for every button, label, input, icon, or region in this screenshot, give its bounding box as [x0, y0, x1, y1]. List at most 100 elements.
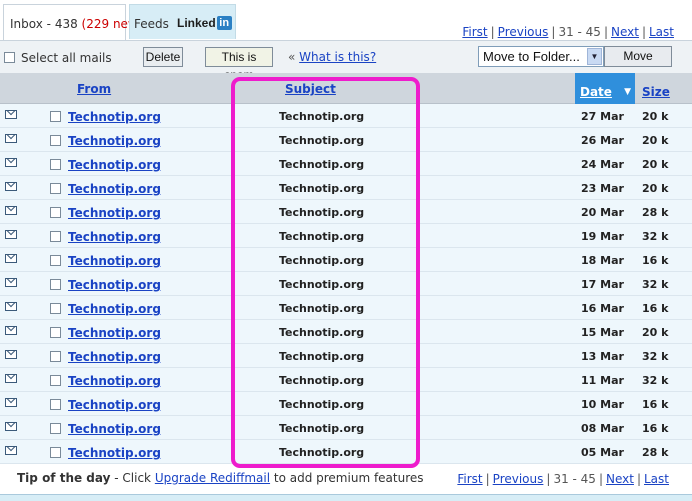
sort-descending-icon: ▼ [624, 87, 631, 97]
row-subject[interactable]: Technotip.org [279, 422, 364, 435]
table-row[interactable]: Technotip.org Technotip.org 16 Mar 16 k [0, 296, 692, 320]
select-all-checkbox[interactable] [4, 52, 15, 63]
row-subject[interactable]: Technotip.org [279, 350, 364, 363]
row-checkbox[interactable] [50, 375, 61, 386]
column-from[interactable]: From [77, 82, 111, 96]
row-date: 05 Mar [581, 446, 624, 459]
row-from[interactable]: Technotip.org [68, 374, 161, 388]
row-from[interactable]: Technotip.org [68, 182, 161, 196]
row-subject[interactable]: Technotip.org [279, 206, 364, 219]
table-row[interactable]: Technotip.org Technotip.org 17 Mar 32 k [0, 272, 692, 296]
pager-first-link[interactable]: First [457, 472, 482, 486]
row-from[interactable]: Technotip.org [68, 422, 161, 436]
envelope-icon [5, 206, 17, 215]
envelope-icon [5, 134, 17, 143]
select-all[interactable]: Select all mails [4, 50, 112, 65]
pager-last-link[interactable]: Last [649, 25, 674, 39]
row-checkbox[interactable] [50, 351, 61, 362]
column-date-header[interactable]: Date ▼ [575, 73, 635, 104]
row-from[interactable]: Technotip.org [68, 446, 161, 460]
row-subject[interactable]: Technotip.org [279, 446, 364, 459]
move-to-folder-select[interactable]: Move to Folder... ▼ [478, 46, 604, 67]
row-checkbox[interactable] [50, 423, 61, 434]
tab-feeds[interactable]: Feeds Linked in [129, 4, 236, 39]
spam-button[interactable]: This is spam [205, 47, 273, 82]
row-checkbox[interactable] [50, 399, 61, 410]
row-subject[interactable]: Technotip.org [279, 278, 364, 291]
move-button[interactable]: Move [604, 46, 672, 67]
table-row[interactable]: Technotip.org Technotip.org 08 Mar 16 k [0, 416, 692, 440]
column-size[interactable]: Size [642, 85, 670, 99]
pager-previous-link[interactable]: Previous [498, 25, 549, 39]
row-from[interactable]: Technotip.org [68, 302, 161, 316]
upgrade-link[interactable]: Upgrade Rediffmail [155, 471, 270, 485]
row-size: 32 k [642, 278, 669, 291]
row-from[interactable]: Technotip.org [68, 326, 161, 340]
pager-range: 31 - 45 [558, 25, 601, 39]
table-row[interactable]: Technotip.org Technotip.org 27 Mar 20 k [0, 104, 692, 128]
row-checkbox[interactable] [50, 207, 61, 218]
pager-next-link[interactable]: Next [611, 25, 639, 39]
table-row[interactable]: Technotip.org Technotip.org 15 Mar 20 k [0, 320, 692, 344]
row-subject[interactable]: Technotip.org [279, 182, 364, 195]
inbox-count: 438 [54, 17, 78, 31]
row-checkbox[interactable] [50, 159, 61, 170]
row-checkbox[interactable] [50, 231, 61, 242]
row-subject[interactable]: Technotip.org [279, 134, 364, 147]
table-row[interactable]: Technotip.org Technotip.org 20 Mar 28 k [0, 200, 692, 224]
row-checkbox[interactable] [50, 135, 61, 146]
row-size: 28 k [642, 446, 669, 459]
row-checkbox[interactable] [50, 303, 61, 314]
row-checkbox[interactable] [50, 279, 61, 290]
table-row[interactable]: Technotip.org Technotip.org 19 Mar 32 k [0, 224, 692, 248]
pager-first-link[interactable]: First [462, 25, 487, 39]
table-row[interactable]: Technotip.org Technotip.org 23 Mar 20 k [0, 176, 692, 200]
row-checkbox[interactable] [50, 327, 61, 338]
table-row[interactable]: Technotip.org Technotip.org 10 Mar 16 k [0, 392, 692, 416]
row-from[interactable]: Technotip.org [68, 134, 161, 148]
chevron-down-icon[interactable]: ▼ [587, 48, 602, 65]
row-subject[interactable]: Technotip.org [279, 398, 364, 411]
row-date: 15 Mar [581, 326, 624, 339]
row-checkbox[interactable] [50, 447, 61, 458]
row-subject[interactable]: Technotip.org [279, 254, 364, 267]
row-from[interactable]: Technotip.org [68, 278, 161, 292]
row-from[interactable]: Technotip.org [68, 158, 161, 172]
row-checkbox[interactable] [50, 255, 61, 266]
table-row[interactable]: Technotip.org Technotip.org 05 Mar 28 k [0, 440, 692, 464]
row-subject[interactable]: Technotip.org [279, 230, 364, 243]
row-from[interactable]: Technotip.org [68, 398, 161, 412]
pager-last-link[interactable]: Last [644, 472, 669, 486]
delete-button[interactable]: Delete [143, 47, 183, 67]
row-subject[interactable]: Technotip.org [279, 326, 364, 339]
row-from[interactable]: Technotip.org [68, 350, 161, 364]
row-subject[interactable]: Technotip.org [279, 302, 364, 315]
row-date: 10 Mar [581, 398, 624, 411]
envelope-icon [5, 158, 17, 167]
column-date[interactable]: Date [580, 85, 612, 99]
row-subject[interactable]: Technotip.org [279, 374, 364, 387]
mail-toolbar: Select all mails Delete This is spam « W… [0, 40, 692, 82]
pager-previous-link[interactable]: Previous [493, 472, 544, 486]
row-date: 17 Mar [581, 278, 624, 291]
folder-select-value: Move to Folder... [483, 49, 580, 64]
row-from[interactable]: Technotip.org [68, 230, 161, 244]
column-subject[interactable]: Subject [285, 82, 336, 96]
table-row[interactable]: Technotip.org Technotip.org 26 Mar 20 k [0, 128, 692, 152]
pager-next-link[interactable]: Next [606, 472, 634, 486]
table-row[interactable]: Technotip.org Technotip.org 18 Mar 16 k [0, 248, 692, 272]
what-is-this-link[interactable]: What is this? [299, 50, 376, 64]
row-from[interactable]: Technotip.org [68, 254, 161, 268]
table-row[interactable]: Technotip.org Technotip.org 11 Mar 32 k [0, 368, 692, 392]
pager-range: 31 - 45 [553, 472, 596, 486]
row-checkbox[interactable] [50, 183, 61, 194]
row-from[interactable]: Technotip.org [68, 206, 161, 220]
envelope-icon [5, 182, 17, 191]
row-subject[interactable]: Technotip.org [279, 110, 364, 123]
table-row[interactable]: Technotip.org Technotip.org 13 Mar 32 k [0, 344, 692, 368]
row-checkbox[interactable] [50, 111, 61, 122]
row-from[interactable]: Technotip.org [68, 110, 161, 124]
row-subject[interactable]: Technotip.org [279, 158, 364, 171]
tab-inbox[interactable]: Inbox - 438 (229 new) [3, 4, 142, 41]
table-row[interactable]: Technotip.org Technotip.org 24 Mar 20 k [0, 152, 692, 176]
